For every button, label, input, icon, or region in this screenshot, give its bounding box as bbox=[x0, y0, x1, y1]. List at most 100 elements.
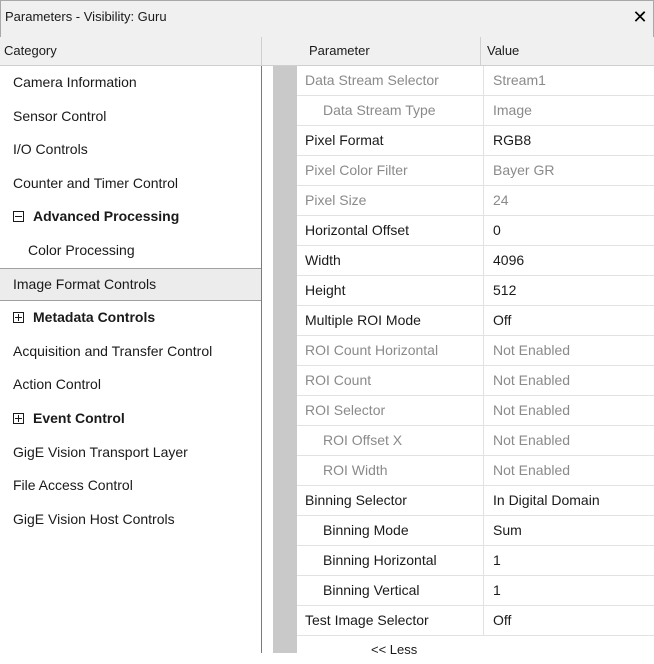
category-item[interactable]: Counter and Timer Control bbox=[0, 167, 261, 200]
parameter-row[interactable]: Data Stream Type Image bbox=[297, 96, 654, 126]
category-label: Camera Information bbox=[13, 74, 137, 90]
parameter-grid-header: Parameter Value bbox=[262, 37, 654, 66]
category-label: Color Processing bbox=[28, 242, 135, 258]
parameter-value[interactable]: 512 bbox=[493, 276, 516, 305]
parameter-name: Pixel Color Filter bbox=[305, 162, 408, 178]
category-label: Event Control bbox=[33, 410, 125, 426]
parameter-name: Test Image Selector bbox=[305, 612, 429, 628]
parameter-name: Data Stream Type bbox=[323, 102, 436, 118]
parameter-row[interactable]: Binning Vertical 1 bbox=[297, 576, 654, 606]
parameter-name: Binning Mode bbox=[323, 522, 409, 538]
parameter-value[interactable]: 1 bbox=[493, 576, 501, 605]
parameter-row[interactable]: ROI Count Not Enabled bbox=[297, 366, 654, 396]
category-item[interactable]: Action Control bbox=[0, 368, 261, 401]
parameter-row[interactable]: Binning Selector In Digital Domain bbox=[297, 486, 654, 516]
parameter-name: Pixel Size bbox=[305, 192, 367, 208]
parameter-row[interactable]: Test Image Selector Off bbox=[297, 606, 654, 636]
category-tree[interactable]: Camera Information Sensor Control I/O Cont… bbox=[0, 66, 262, 653]
cell-divider bbox=[483, 156, 484, 185]
cell-divider bbox=[483, 336, 484, 365]
parameter-name: ROI Count Horizontal bbox=[305, 342, 439, 358]
parameter-value[interactable]: Sum bbox=[493, 516, 522, 545]
category-label: Sensor Control bbox=[13, 107, 107, 124]
parameter-value: Bayer GR bbox=[493, 162, 555, 178]
category-item[interactable]: GigE Vision Transport Layer bbox=[0, 436, 261, 469]
parameter-value[interactable]: RGB8 bbox=[493, 126, 531, 155]
parameter-row[interactable]: Pixel Format RGB8 bbox=[297, 126, 654, 156]
parameter-row[interactable]: Multiple ROI Mode Off bbox=[297, 306, 654, 336]
parameter-row[interactable]: Horizontal Offset 0 bbox=[297, 216, 654, 246]
parameter-column-header[interactable]: Parameter bbox=[309, 43, 370, 58]
parameter-row[interactable]: Width 4096 bbox=[297, 246, 654, 276]
parameter-name: Data Stream Selector bbox=[305, 72, 439, 88]
close-icon[interactable]: ✕ bbox=[629, 5, 651, 29]
parameter-value: Not Enabled bbox=[493, 372, 571, 388]
cell-divider bbox=[483, 606, 484, 635]
cell-divider bbox=[483, 366, 484, 395]
category-label: Metadata Controls bbox=[33, 309, 156, 326]
category-item[interactable]: I/O Controls bbox=[0, 133, 261, 166]
parameter-row[interactable]: ROI Width Not Enabled bbox=[297, 456, 654, 486]
parameter-name: ROI Selector bbox=[305, 402, 386, 418]
parameter-value: Not Enabled bbox=[493, 342, 571, 358]
parameter-row[interactable]: ROI Offset X Not Enabled bbox=[297, 426, 654, 456]
grid-gutter bbox=[273, 66, 297, 653]
parameter-row[interactable]: Binning Mode Sum bbox=[297, 516, 654, 546]
category-label: Acquisition and Transfer Control bbox=[13, 342, 213, 359]
category-item[interactable]: Sensor Control bbox=[0, 100, 261, 133]
collapse-icon[interactable] bbox=[13, 211, 24, 223]
expand-icon[interactable] bbox=[13, 413, 24, 424]
parameter-row[interactable]: Pixel Size 24 bbox=[297, 186, 654, 216]
category-label: GigE Vision Transport Layer bbox=[13, 443, 188, 460]
cell-divider bbox=[483, 426, 484, 455]
category-item[interactable]: Acquisition and Transfer Control bbox=[0, 335, 261, 368]
category-item[interactable]: GigE Vision Host Controls bbox=[0, 503, 261, 536]
parameter-name: ROI Offset X bbox=[323, 432, 403, 448]
cell-divider bbox=[483, 396, 484, 425]
parameter-name: Width bbox=[305, 252, 341, 268]
category-item[interactable]: Image Format Controls bbox=[0, 267, 261, 301]
category-label: Advanced Processing bbox=[33, 208, 180, 225]
category-item[interactable]: File Access Control bbox=[0, 469, 261, 502]
parameter-value[interactable]: 0 bbox=[493, 216, 501, 245]
cell-divider bbox=[483, 186, 484, 215]
parameter-value: Not Enabled bbox=[493, 432, 571, 448]
parameter-name: ROI Width bbox=[323, 462, 388, 478]
parameter-name: Binning Vertical bbox=[323, 582, 420, 598]
parameter-value[interactable]: 1 bbox=[493, 546, 501, 575]
category-item[interactable]: Camera Information bbox=[0, 66, 261, 99]
cell-divider bbox=[483, 546, 484, 575]
parameter-value: Stream1 bbox=[493, 72, 546, 88]
parameter-value[interactable]: In Digital Domain bbox=[493, 486, 600, 515]
column-divider[interactable] bbox=[480, 37, 481, 65]
parameter-name: Binning Horizontal bbox=[323, 552, 437, 568]
parameter-value[interactable]: Off bbox=[493, 606, 511, 635]
value-column-header[interactable]: Value bbox=[487, 43, 519, 58]
category-item[interactable]: Event Control bbox=[0, 402, 261, 435]
parameter-value[interactable]: Off bbox=[493, 306, 511, 335]
parameter-value: Image bbox=[493, 102, 532, 118]
parameter-row[interactable]: Height 512 bbox=[297, 276, 654, 306]
cell-divider bbox=[483, 576, 484, 605]
category-label: Action Control bbox=[13, 376, 101, 393]
parameter-value[interactable]: 4096 bbox=[493, 246, 524, 275]
parameter-row[interactable]: Pixel Color Filter Bayer GR bbox=[297, 156, 654, 186]
parameter-row[interactable]: Data Stream Selector Stream1 bbox=[297, 66, 654, 96]
expand-icon[interactable] bbox=[13, 312, 24, 324]
category-item[interactable]: Advanced Processing bbox=[0, 200, 261, 233]
cell-divider bbox=[483, 486, 484, 515]
title-bar: Parameters - Visibility: Guru ✕ bbox=[0, 0, 654, 38]
parameter-row[interactable]: ROI Count Horizontal Not Enabled bbox=[297, 336, 654, 366]
category-item[interactable]: Color Processing bbox=[0, 234, 261, 267]
less-button[interactable]: << Less bbox=[297, 636, 654, 664]
parameter-grid[interactable]: Data Stream Selector Stream1 Data Stream T… bbox=[297, 66, 654, 664]
category-header[interactable]: Category bbox=[0, 37, 262, 66]
window-title: Parameters - Visibility: Guru bbox=[5, 9, 167, 24]
category-item[interactable]: Metadata Controls bbox=[0, 301, 261, 334]
cell-divider bbox=[483, 96, 484, 125]
parameter-name: Binning Selector bbox=[305, 492, 407, 508]
parameter-name: Height bbox=[305, 282, 346, 298]
category-label: File Access Control bbox=[13, 477, 133, 494]
parameter-row[interactable]: Binning Horizontal 1 bbox=[297, 546, 654, 576]
parameter-row[interactable]: ROI Selector Not Enabled bbox=[297, 396, 654, 426]
